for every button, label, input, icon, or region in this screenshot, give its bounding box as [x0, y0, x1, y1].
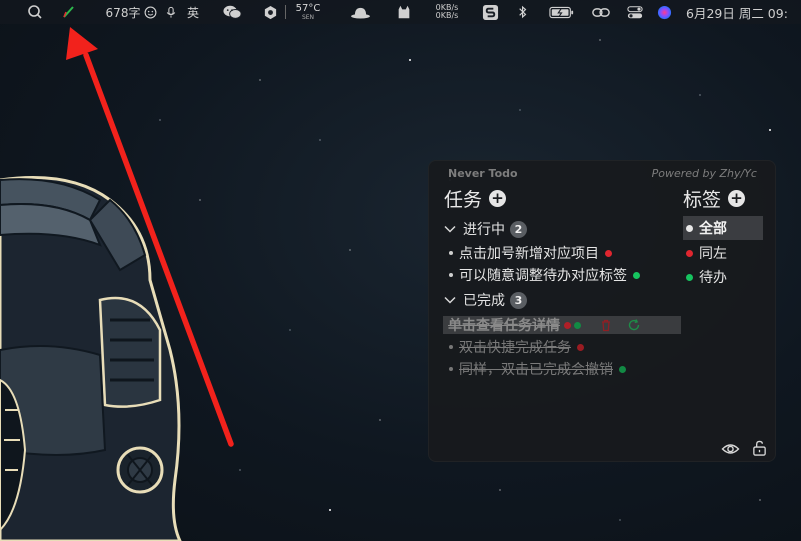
bullet — [449, 251, 453, 255]
task-item-hovered[interactable]: 单击查看任务详情 — [443, 316, 681, 334]
hat-icon[interactable] — [349, 0, 371, 24]
control-center-icon[interactable] — [626, 0, 644, 24]
task-text: 可以随意调整待办对应标签 — [459, 268, 627, 284]
tag-item-all[interactable]: 全部 — [683, 216, 763, 240]
microphone-icon[interactable] — [164, 0, 178, 24]
tag-item-todo[interactable]: 待办 — [683, 265, 727, 289]
pencil-icon[interactable] — [60, 0, 78, 24]
add-tag-button[interactable]: + — [728, 190, 746, 207]
s-app-icon[interactable] — [481, 0, 499, 24]
task-item[interactable]: 点击加号新增对应项目 — [449, 243, 612, 263]
tag-dot-green — [633, 271, 640, 279]
powered-by: Powered by Zhy/Yc — [651, 167, 757, 180]
add-task-button[interactable]: + — [489, 190, 507, 207]
menu-bar: 678字 英 57°C SEN 0KB/s 0KB/s 6月29日 周二 09: — [0, 0, 801, 24]
tags-header: 标签 + — [683, 185, 746, 212]
word-count[interactable]: 678字 — [104, 0, 142, 24]
temperature-readout[interactable]: 57°C SEN — [292, 0, 324, 24]
in-progress-group-toggle[interactable]: 进行中 2 — [443, 219, 527, 239]
tags-title: 标签 — [683, 189, 722, 211]
tag-dot-green — [574, 321, 581, 329]
task-text: 点击加号新增对应项目 — [459, 246, 599, 262]
task-item[interactable]: 可以随意调整待办对应标签 — [449, 265, 640, 285]
in-progress-count: 2 — [510, 220, 527, 238]
tag-dot-green — [686, 273, 693, 281]
separator — [285, 0, 286, 24]
task-item[interactable]: 双击快捷完成任务 — [449, 337, 584, 357]
task-item[interactable]: 同样，双击已完成会撤销 — [449, 359, 626, 379]
task-text: 同样，双击已完成会撤销 — [459, 362, 613, 378]
clock[interactable]: 6月29日 周二 09: — [686, 0, 801, 24]
search-person-icon[interactable] — [26, 0, 44, 24]
cat-icon[interactable] — [395, 0, 413, 24]
task-text: 双击快捷完成任务 — [459, 340, 571, 356]
bluetooth-icon[interactable] — [516, 0, 530, 24]
chevron-down-icon — [444, 225, 456, 233]
wechat-icon[interactable] — [221, 0, 243, 24]
app-name: Never Todo — [448, 167, 518, 180]
trash-icon[interactable] — [599, 318, 613, 332]
todo-widget: Never Todo Powered by Zhy/Yc 任务 + 标签 + 进… — [428, 160, 776, 462]
tag-item-same-left[interactable]: 同左 — [683, 241, 727, 265]
tag-dot-red — [577, 343, 584, 351]
widget-header: Never Todo Powered by Zhy/Yc — [429, 167, 775, 181]
tag-dot-red — [564, 321, 571, 329]
eye-icon[interactable] — [721, 441, 740, 457]
battery-icon[interactable] — [548, 0, 576, 24]
hexagon-icon[interactable] — [262, 0, 278, 24]
tag-dot-red — [686, 249, 693, 257]
task-text: 单击查看任务详情 — [448, 318, 560, 334]
completed-count: 3 — [510, 291, 527, 309]
network-speed[interactable]: 0KB/s 0KB/s — [432, 0, 462, 24]
input-method-indicator[interactable]: 英 — [184, 0, 202, 24]
in-progress-label: 进行中 — [463, 222, 505, 238]
tag-dot-red — [605, 249, 612, 257]
astronaut-wallpaper — [0, 176, 182, 541]
bullet — [449, 367, 453, 371]
bullet — [449, 273, 453, 277]
tag-label: 待办 — [699, 270, 727, 286]
tag-label: 同左 — [699, 246, 727, 262]
tasks-title: 任务 — [444, 189, 483, 211]
unlock-icon[interactable] — [750, 440, 769, 456]
restore-icon[interactable] — [627, 318, 641, 332]
tag-dot-white — [686, 224, 693, 232]
siri-icon[interactable] — [656, 0, 672, 24]
link-icon[interactable] — [591, 0, 611, 24]
emoji-icon[interactable] — [143, 0, 157, 24]
completed-label: 已完成 — [463, 293, 505, 309]
bullet — [449, 345, 453, 349]
chevron-down-icon — [444, 296, 456, 304]
tasks-header: 任务 + — [444, 185, 507, 212]
tag-label: 全部 — [699, 221, 727, 237]
completed-group-toggle[interactable]: 已完成 3 — [443, 290, 527, 310]
tag-dot-green — [619, 365, 626, 373]
